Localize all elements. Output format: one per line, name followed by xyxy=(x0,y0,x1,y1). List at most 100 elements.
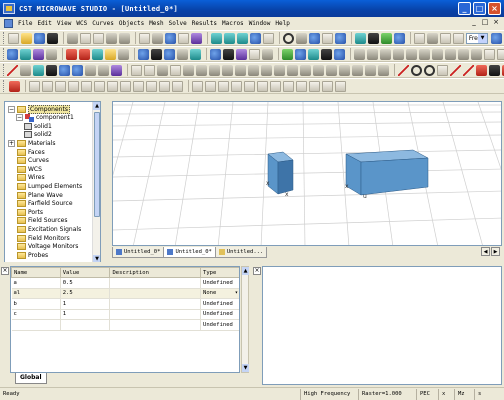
param-type[interactable]: None ▾ xyxy=(200,288,239,299)
macro-10-icon[interactable] xyxy=(146,80,157,92)
doc-restore-button[interactable]: □ xyxy=(480,18,490,27)
solid2-shape[interactable] xyxy=(345,149,429,196)
menu-macros[interactable]: Macros xyxy=(222,20,244,27)
result-export-icon[interactable] xyxy=(257,80,268,92)
open-folder-icon[interactable] xyxy=(20,32,32,44)
help-icon[interactable] xyxy=(491,32,502,44)
param-name[interactable]: b xyxy=(11,298,61,310)
mirror-icon[interactable] xyxy=(144,64,155,76)
3d-view[interactable]: x x x u xyxy=(112,101,502,246)
rectangle-icon[interactable] xyxy=(437,64,448,76)
transparency-icon[interactable] xyxy=(393,32,405,44)
optimizer-icon[interactable] xyxy=(308,48,319,60)
wireframe-icon[interactable] xyxy=(354,32,366,44)
cone-icon[interactable] xyxy=(46,64,57,76)
paste-icon[interactable] xyxy=(92,32,104,44)
plane-wave-icon[interactable] xyxy=(177,48,188,60)
pick-center-icon[interactable] xyxy=(105,48,116,60)
table-row[interactable]: al 2.5 None ▾ xyxy=(11,288,239,299)
hide-unselected-icon[interactable] xyxy=(452,32,464,44)
results-icon[interactable] xyxy=(334,48,345,60)
tree-item[interactable]: Farfield Source xyxy=(8,200,73,208)
close-button[interactable]: × xyxy=(488,2,501,15)
grid-icon[interactable] xyxy=(334,32,346,44)
result-2d-icon[interactable] xyxy=(205,80,216,92)
ungroup-icon[interactable] xyxy=(497,48,504,60)
stop-icon[interactable] xyxy=(476,64,487,76)
scroll-down-icon[interactable]: ▼ xyxy=(242,364,249,372)
cut-icon[interactable] xyxy=(66,32,78,44)
result-table-icon[interactable] xyxy=(296,80,307,92)
param-value[interactable]: 1 xyxy=(60,298,111,310)
maximize-button[interactable]: □ xyxy=(473,2,486,15)
boolean-icon[interactable] xyxy=(46,48,57,60)
param-type[interactable]: Undefined xyxy=(200,319,239,331)
scroll-up-icon[interactable]: ▲ xyxy=(242,267,249,275)
distribute-vertical-icon[interactable] xyxy=(432,48,443,60)
result-animate-icon[interactable] xyxy=(270,80,281,92)
global-wcs-icon[interactable] xyxy=(352,64,363,76)
loft-icon[interactable] xyxy=(98,64,109,76)
chevron-down-icon[interactable]: ▼ xyxy=(478,33,487,43)
tree-item[interactable]: Excitation Signals xyxy=(8,225,81,233)
curve-edit-icon[interactable] xyxy=(378,64,389,76)
param-name[interactable] xyxy=(11,319,61,331)
mode-select[interactable]: Free ▼ xyxy=(465,32,488,44)
menu-view[interactable]: View xyxy=(57,20,71,27)
working-plane-icon[interactable] xyxy=(321,32,333,44)
result-report-icon[interactable] xyxy=(335,80,346,92)
param-description[interactable] xyxy=(109,309,202,320)
parameter-list[interactable]: Name Value Description Type a 0.5 Undefi… xyxy=(10,266,240,373)
add-icon[interactable] xyxy=(222,64,233,76)
tab-global[interactable]: Global xyxy=(15,373,47,384)
pick-face-icon[interactable] xyxy=(92,48,103,60)
tree-item[interactable]: + Materials xyxy=(8,139,56,147)
scroll-thumb[interactable] xyxy=(94,112,100,217)
scroll-up-icon[interactable]: ▲ xyxy=(93,102,100,110)
group-icon[interactable] xyxy=(484,48,495,60)
move-wcs-icon[interactable] xyxy=(313,64,324,76)
panel-close-icon-2[interactable]: × xyxy=(253,267,261,275)
lumped-element-icon[interactable] xyxy=(164,48,175,60)
macro-12-icon[interactable] xyxy=(172,80,183,92)
macro-4-icon[interactable] xyxy=(68,80,79,92)
3d-canvas[interactable]: x x x u xyxy=(113,102,502,246)
preferences-icon[interactable] xyxy=(177,32,189,44)
clear-picks-icon[interactable] xyxy=(118,48,129,60)
result-compare-icon[interactable] xyxy=(283,80,294,92)
param-value[interactable]: 1 xyxy=(60,309,111,320)
tree-item[interactable]: Lumped Elements xyxy=(8,182,82,190)
mesh-view-icon[interactable] xyxy=(380,32,392,44)
redo-icon[interactable] xyxy=(118,32,130,44)
tree-item[interactable]: − component1 xyxy=(16,113,74,122)
tree-item[interactable]: solid1 xyxy=(24,122,52,130)
split-icon[interactable] xyxy=(287,64,298,76)
tree-item[interactable]: Probes xyxy=(8,251,48,259)
parameter-scrollbar[interactable]: ▲ ▼ xyxy=(241,266,249,373)
tree-item[interactable]: − Components xyxy=(8,104,70,114)
param-name[interactable]: al xyxy=(11,288,61,299)
align-bottom-icon[interactable] xyxy=(406,48,417,60)
bounding-box-icon[interactable] xyxy=(367,32,379,44)
tree-item[interactable]: WCS xyxy=(8,165,42,173)
document-icon[interactable] xyxy=(4,18,13,28)
tree-item[interactable]: solid2 xyxy=(24,131,52,139)
local-wcs-icon[interactable] xyxy=(339,64,350,76)
select-icon[interactable] xyxy=(190,32,202,44)
align-top-icon[interactable] xyxy=(393,48,404,60)
delete-icon[interactable] xyxy=(151,32,163,44)
anchor-icon[interactable] xyxy=(489,64,500,76)
menu-wcs[interactable]: WCS xyxy=(76,20,87,27)
tree-item[interactable]: Ports xyxy=(8,208,43,216)
circle-icon[interactable] xyxy=(411,64,422,76)
navigation-tree[interactable]: − Components − component1 solid1 solid2 + Mater… xyxy=(4,101,101,264)
sphere-icon[interactable] xyxy=(20,48,31,60)
menu-file[interactable]: File xyxy=(18,20,32,27)
param-value[interactable]: 0.5 xyxy=(60,277,111,289)
macro-2-icon[interactable] xyxy=(42,80,53,92)
view-orientation-icon[interactable] xyxy=(308,32,320,44)
align-right-icon[interactable] xyxy=(380,48,391,60)
boundary-icon[interactable] xyxy=(210,48,221,60)
align-icon[interactable] xyxy=(354,48,365,60)
result-navigator-icon[interactable] xyxy=(322,80,333,92)
